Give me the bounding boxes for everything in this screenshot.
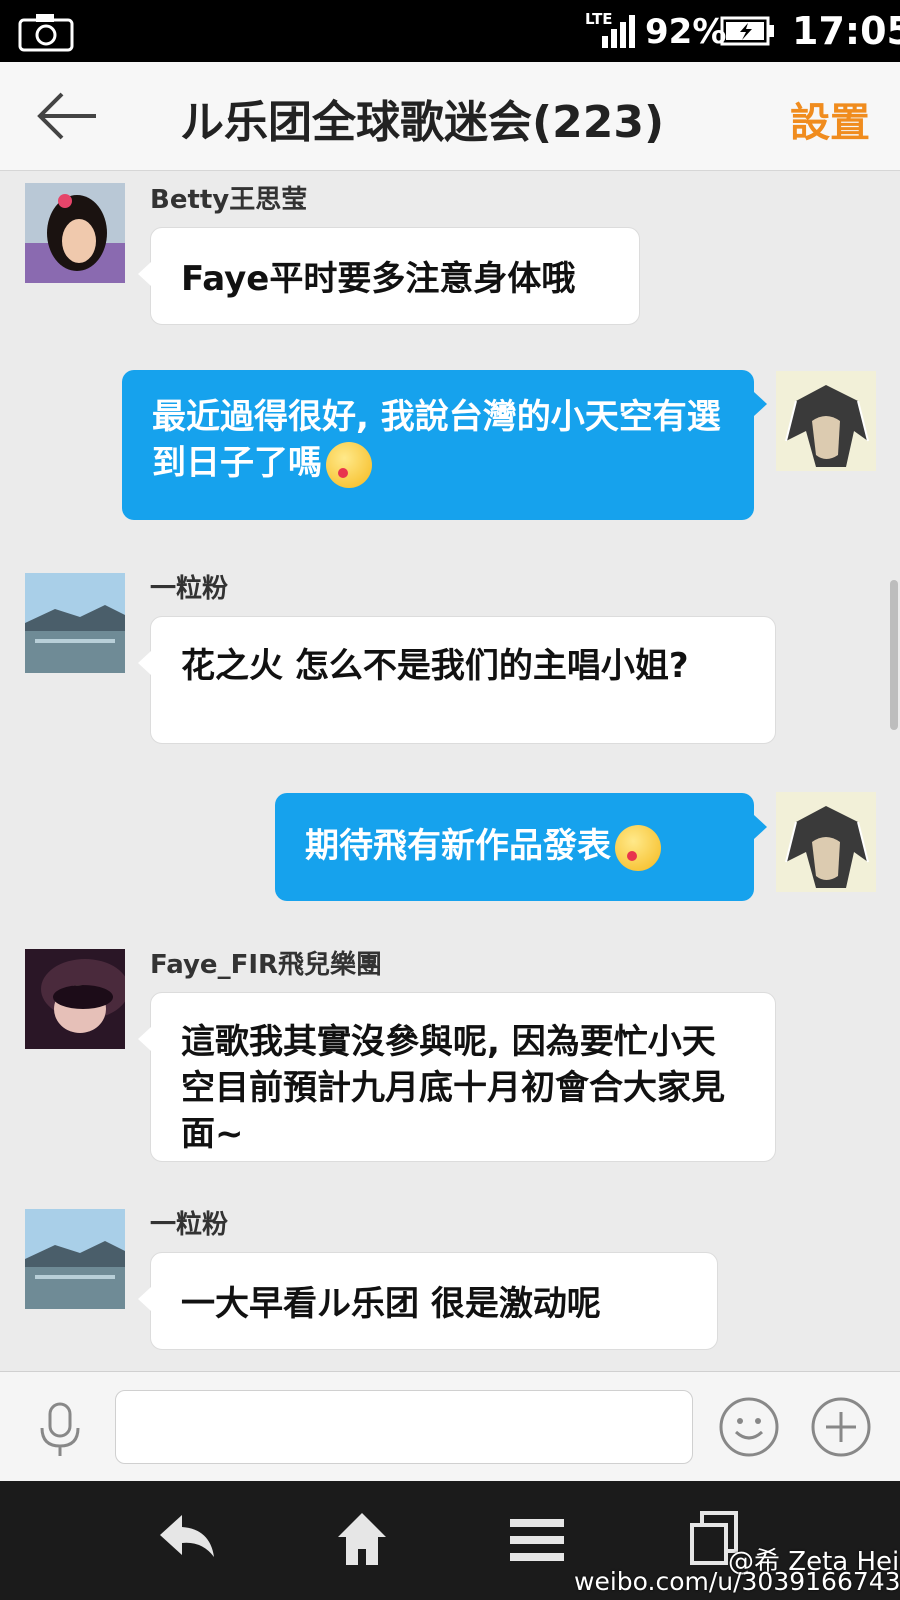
message-bubble[interactable]: Faye平时要多注意身体哦	[138, 227, 640, 325]
kiss-emoji-icon	[326, 441, 372, 488]
scrollbar[interactable]	[890, 580, 898, 730]
watermark-url: weibo.com/u/3039166743	[574, 1567, 900, 1596]
blush-emoji-icon	[615, 824, 661, 871]
message-bubble[interactable]: 花之火 怎么不是我们的主唱小姐?	[138, 616, 776, 744]
message-bubble[interactable]: 期待飛有新作品發表	[275, 793, 767, 901]
avatar[interactable]	[25, 573, 125, 673]
avatar[interactable]	[25, 949, 125, 1049]
message-text: 期待飛有新作品發表	[305, 826, 611, 866]
signal-icon	[602, 15, 635, 48]
sender-name: 一粒粉	[150, 574, 229, 604]
group-title: ル乐团全球歌迷会(223)	[180, 97, 665, 148]
camera-icon	[18, 14, 74, 52]
avatar[interactable]	[25, 1209, 125, 1309]
microphone-icon[interactable]	[36, 1402, 84, 1458]
battery-charging-icon	[720, 16, 774, 46]
composer-bar	[0, 1371, 900, 1482]
nav-back-icon[interactable]	[158, 1513, 216, 1559]
status-bar: LTE 92% 17:05	[0, 0, 900, 62]
message-list[interactable]: Betty王思莹 Faye平时要多注意身体哦 最近過得很好, 我說台灣的小天空有…	[0, 171, 900, 1371]
add-attachment-icon[interactable]	[810, 1396, 872, 1458]
sender-name: Faye_FIR飛兒樂團	[150, 950, 383, 980]
sender-name: 一粒粉	[150, 1210, 229, 1240]
message-text: 最近過得很好, 我說台灣的小天空有選到日子了嗎	[152, 397, 721, 483]
message-bubble[interactable]: 這歌我其實沒參與呢, 因為要忙小天空目前預計九月底十月初會合大家見面~	[138, 992, 776, 1162]
message-bubble[interactable]: 最近過得很好, 我說台灣的小天空有選到日子了嗎	[122, 370, 767, 520]
avatar[interactable]	[776, 792, 876, 892]
menu-icon[interactable]	[510, 1517, 564, 1563]
settings-button[interactable]: 設置	[790, 90, 870, 148]
emoji-picker-icon[interactable]	[718, 1396, 780, 1458]
message-input[interactable]	[115, 1390, 693, 1464]
chat-header: ル乐团全球歌迷会(223) 設置	[0, 62, 900, 171]
avatar[interactable]	[776, 371, 876, 471]
home-icon[interactable]	[336, 1511, 388, 1567]
clock: 17:05	[792, 9, 900, 53]
message-bubble[interactable]: 一大早看ル乐团 很是激动呢	[138, 1252, 718, 1350]
back-arrow-icon[interactable]	[34, 88, 98, 144]
sender-name: Betty王思莹	[150, 185, 308, 215]
battery-percent: 92%	[645, 12, 727, 52]
avatar[interactable]	[25, 183, 125, 283]
